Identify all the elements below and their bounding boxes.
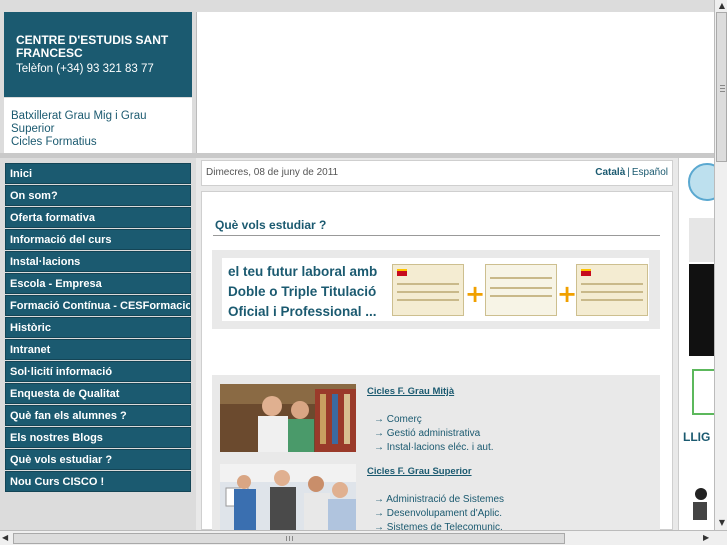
promo-banner[interactable]: el teu futur laboral amb Doble o Triple … bbox=[222, 258, 649, 321]
course-link-administracio-sistemes[interactable]: → Administració de Sistemes bbox=[374, 494, 504, 505]
certificate-image bbox=[392, 264, 464, 316]
site-phone: Telèfon (+34) 93 321 83 77 bbox=[16, 63, 154, 75]
subtitle-line-2: Cicles Formatius bbox=[11, 136, 97, 148]
header-title-box: CENTRE D'ESTUDIS SANT FRANCESC Telèfon (… bbox=[4, 12, 192, 97]
football-player-icon bbox=[695, 488, 707, 500]
header-banner bbox=[196, 12, 714, 153]
scroll-left-arrow-icon[interactable]: ◀ bbox=[2, 532, 12, 544]
phone-icon bbox=[688, 163, 726, 201]
language-switcher: Català | Español bbox=[595, 167, 668, 178]
menu-item-installacions[interactable]: Instal·lacions bbox=[5, 251, 191, 272]
menu-item-enquesta-qualitat[interactable]: Enquesta de Qualitat bbox=[5, 383, 191, 404]
menu-item-inici[interactable]: Inici bbox=[5, 163, 191, 184]
vertical-scroll-thumb[interactable] bbox=[716, 12, 727, 162]
menu-item-formacio-continua[interactable]: Formació Contínua - CESFormacio bbox=[5, 295, 191, 316]
menu-item-informacio-curs[interactable]: Informació del curs bbox=[5, 229, 191, 250]
students-library-photo bbox=[220, 384, 356, 452]
scroll-down-arrow-icon[interactable]: ▼ bbox=[717, 518, 727, 528]
horizontal-scroll-thumb[interactable] bbox=[13, 533, 565, 544]
course-link-comerc[interactable]: → Comerç bbox=[374, 414, 422, 425]
sidebar-partial-heading: LLIG bbox=[683, 430, 711, 444]
plus-icon: + bbox=[557, 280, 578, 308]
page-heading: Què vols estudiar ? bbox=[215, 218, 327, 232]
lang-espanol-link[interactable]: Español bbox=[632, 167, 668, 178]
date-bar: Dimecres, 08 de juny de 2011 Català | Espa… bbox=[201, 160, 673, 186]
main-content: Què vols estudiar ? el teu futur laboral… bbox=[201, 191, 673, 533]
courses-panel: Cicles F. Grau Mitjà → Comerç → Gestió a… bbox=[212, 375, 660, 533]
sidebar-green-logo bbox=[692, 369, 716, 415]
menu-item-curs-cisco[interactable]: Nou Curs CISCO ! bbox=[5, 471, 191, 492]
course-link-gestio-administrativa[interactable]: → Gestió administrativa bbox=[374, 428, 480, 439]
students-computers-photo bbox=[220, 464, 356, 531]
menu-item-blogs[interactable]: Els nostres Blogs bbox=[5, 427, 191, 448]
promo-banner-frame: el teu futur laboral amb Doble o Triple … bbox=[212, 250, 660, 329]
promo-line-1: el teu futur laboral amb bbox=[228, 264, 378, 279]
course-title-grau-mitja[interactable]: Cicles F. Grau Mitjà bbox=[367, 386, 454, 397]
certificate-image bbox=[576, 264, 648, 316]
menu-item-sollicit-informacio[interactable]: Sol·licití informació bbox=[5, 361, 191, 382]
sidebar-dark-banner bbox=[689, 264, 715, 356]
current-date: Dimecres, 08 de juny de 2011 bbox=[206, 167, 339, 178]
menu-item-intranet[interactable]: Intranet bbox=[5, 339, 191, 360]
right-sidebar-graphics bbox=[688, 163, 726, 520]
header-subtitle-box: Batxillerat Grau Mig i Grau Superior Cic… bbox=[4, 98, 192, 153]
lang-separator: | bbox=[627, 167, 630, 178]
course-title-grau-superior[interactable]: Cicles F. Grau Superior bbox=[367, 466, 472, 477]
scroll-up-arrow-icon[interactable]: ▲ bbox=[717, 1, 727, 11]
scroll-right-arrow-icon[interactable]: ▶ bbox=[703, 532, 713, 544]
menu-item-historic[interactable]: Històric bbox=[5, 317, 191, 338]
sidebar-menu: Inici On som? Oferta formativa Informaci… bbox=[5, 163, 191, 493]
subtitle-line-1: Batxillerat Grau Mig i Grau Superior bbox=[11, 110, 147, 135]
menu-item-que-vols-estudiar[interactable]: Què vols estudiar ? bbox=[5, 449, 191, 470]
plus-icon: + bbox=[465, 280, 486, 308]
heading-underline bbox=[213, 235, 660, 236]
menu-item-oferta-formativa[interactable]: Oferta formativa bbox=[5, 207, 191, 228]
course-link-installacions-electriques[interactable]: → Instal·lacions eléc. i aut. bbox=[374, 442, 494, 453]
menu-item-escola-empresa[interactable]: Escola - Empresa bbox=[5, 273, 191, 294]
menu-item-que-fan-alumnes[interactable]: Què fan els alumnes ? bbox=[5, 405, 191, 426]
course-link-desenvolupament-aplicacions[interactable]: → Desenvolupament d'Aplic. bbox=[374, 508, 502, 519]
promo-line-2: Doble o Triple Titulació bbox=[228, 284, 377, 299]
vertical-scrollbar[interactable]: ▲ ▼ bbox=[714, 0, 727, 530]
spain-flag-icon bbox=[397, 269, 407, 276]
sidebar-gray-block bbox=[689, 218, 715, 262]
lang-catala-link[interactable]: Català bbox=[595, 167, 625, 178]
promo-line-3: Oficial i Professional ... bbox=[228, 304, 377, 319]
right-sidebar: LLIG bbox=[678, 158, 726, 530]
promo-text: el teu futur laboral amb Doble o Triple … bbox=[228, 262, 377, 322]
horizontal-scrollbar[interactable]: ◀ ▶ bbox=[0, 530, 727, 545]
site-header: CENTRE D'ESTUDIS SANT FRANCESC Telèfon (… bbox=[0, 0, 196, 157]
microsoft-certificate-image bbox=[485, 264, 557, 316]
menu-item-on-som[interactable]: On som? bbox=[5, 185, 191, 206]
spain-flag-icon bbox=[581, 269, 591, 276]
page: CENTRE D'ESTUDIS SANT FRANCESC Telèfon (… bbox=[0, 0, 727, 545]
site-title: CENTRE D'ESTUDIS SANT FRANCESC bbox=[16, 33, 169, 60]
